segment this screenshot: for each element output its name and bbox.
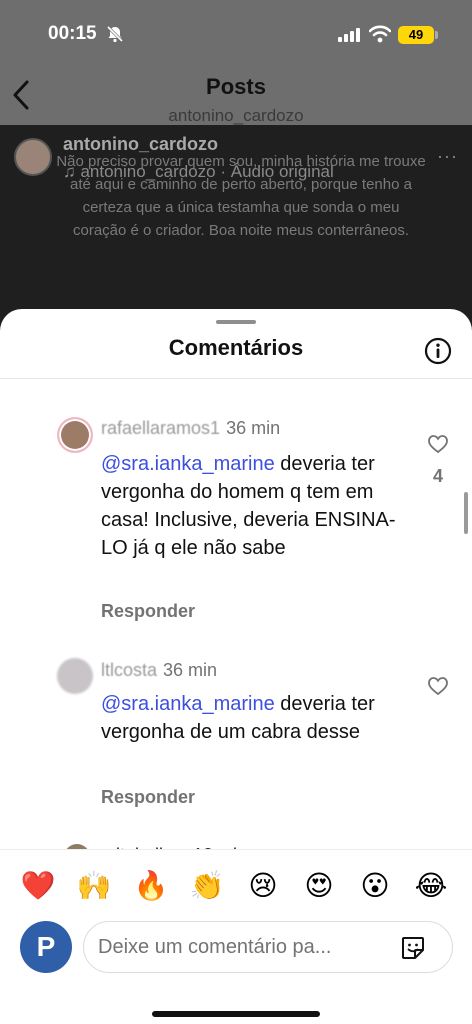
heart-icon[interactable]	[428, 435, 448, 453]
sheet-title: Comentários	[168, 335, 304, 360]
emoji-heart-eyes-button[interactable]: 😍	[299, 868, 339, 904]
comment-input[interactable]	[98, 936, 388, 959]
commenter-avatar[interactable]	[57, 417, 93, 453]
comment-time: 36 min	[226, 418, 281, 438]
emoji-clapping-button[interactable]: 👏	[187, 868, 227, 904]
mention-link[interactable]: @sra.ianka_marine	[101, 693, 275, 715]
info-icon[interactable]	[424, 337, 452, 365]
scrollbar[interactable]	[464, 492, 468, 534]
battery-tip	[435, 31, 438, 39]
comments-sheet: Comentários rafaellaramos1 36 min @sra.ia…	[0, 309, 472, 1024]
comment-composer	[83, 921, 453, 973]
home-indicator[interactable]	[152, 1011, 320, 1017]
comment-header: rafaellaramos1 36 min	[101, 418, 280, 439]
page-subtitle: antonino_cardozo	[168, 106, 304, 125]
emoji-crying-button[interactable]: 😢	[243, 868, 283, 904]
like-count: 4	[432, 466, 443, 486]
comment-text: @sra.ianka_marine deveria ter vergonha d…	[101, 450, 401, 562]
emoji-reaction-bar: ❤️ 🙌 🔥 👏 😢 😍 😮 😂	[0, 849, 472, 921]
reply-button[interactable]: Responder	[101, 787, 195, 808]
commenter-avatar[interactable]	[57, 658, 93, 694]
sheet-divider	[0, 378, 472, 379]
emoji-raised-hands-button[interactable]: 🙌	[74, 868, 114, 904]
wifi-icon	[369, 25, 391, 43]
mention-link[interactable]: @sra.ianka_marine	[101, 453, 275, 475]
status-time: 00:15	[48, 23, 97, 44]
battery-indicator: 49	[398, 26, 434, 44]
post-caption: Não preciso provar quem sou, minha histó…	[56, 153, 426, 239]
heart-icon[interactable]	[428, 677, 448, 695]
emoji-heart-button[interactable]: ❤️	[18, 868, 58, 904]
sticker-icon[interactable]	[400, 935, 426, 961]
emoji-fire-button[interactable]: 🔥	[131, 868, 171, 904]
page-title: Posts	[206, 74, 266, 99]
bell-off-icon	[106, 25, 124, 43]
more-options-icon[interactable]: ···	[437, 146, 458, 167]
commenter-username[interactable]: rafaellaramos1	[101, 418, 220, 438]
cellular-signal-icon	[338, 28, 360, 42]
comment-text: @sra.ianka_marine deveria ter vergonha d…	[101, 690, 401, 746]
comment-time: 36 min	[163, 660, 218, 680]
emoji-surprised-button[interactable]: 😮	[355, 868, 395, 904]
commenter-username[interactable]: ltlcosta	[101, 660, 157, 680]
comment-header: ltlcosta 36 min	[101, 660, 217, 681]
status-bar: 00:15 49	[0, 0, 472, 70]
post-author-avatar[interactable]	[14, 138, 52, 176]
current-user-avatar: P	[20, 921, 72, 973]
emoji-laughing-button[interactable]: 😂	[411, 868, 451, 904]
reply-button[interactable]: Responder	[101, 601, 195, 622]
sheet-drag-handle[interactable]	[216, 320, 256, 324]
